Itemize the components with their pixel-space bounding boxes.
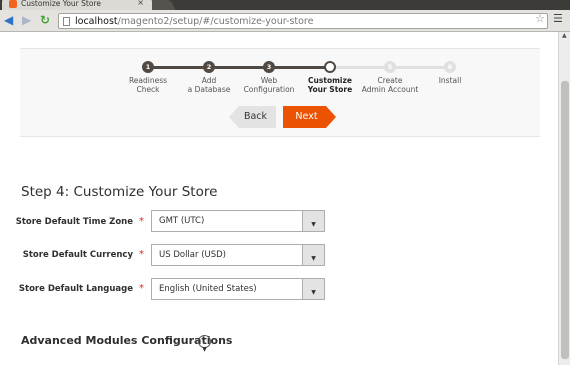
tab-title: Customize Your Store (21, 0, 101, 8)
browser-title-bar: Customize Your Store × (0, 0, 570, 10)
caret-down-icon: ▼ (311, 289, 316, 296)
page-scrollbar[interactable]: ▲ (558, 32, 570, 365)
browser-tab[interactable]: Customize Your Store × (2, 0, 152, 10)
reload-icon[interactable]: ↻ (40, 13, 50, 27)
step-4-marker (324, 61, 336, 73)
currency-label: Store Default Currency (22, 250, 133, 260)
caret-down-icon: ▼ (311, 221, 316, 228)
next-button[interactable]: Next (283, 106, 336, 128)
currency-dropdown-button[interactable]: ▼ (302, 245, 324, 265)
wizard-progress-panel: 1 2 3 5 6 Readiness Check Add a Database… (20, 48, 540, 137)
progress-line-completed (148, 66, 330, 69)
language-value: English (United States) (159, 284, 257, 294)
page-title: Step 4: Customize Your Store (21, 184, 218, 200)
forward-icon[interactable]: ▶ (22, 13, 31, 27)
magento-favicon-icon (9, 0, 17, 8)
step-2-marker: 2 (203, 61, 215, 73)
bookmark-star-icon[interactable]: ☆ (535, 12, 545, 25)
time-zone-dropdown-button[interactable]: ▼ (302, 211, 324, 231)
currency-select[interactable]: US Dollar (USD) ▼ (151, 244, 325, 266)
step-5-marker: 5 (384, 61, 396, 73)
address-bar[interactable]: localhost/magento2/setup/#/customize-you… (58, 13, 548, 29)
step-1-marker: 1 (142, 61, 154, 73)
time-zone-value: GMT (UTC) (159, 216, 205, 226)
chevron-down-icon: ▼ (202, 346, 207, 353)
back-button[interactable]: Back (229, 106, 276, 128)
caret-down-icon: ▼ (311, 255, 316, 262)
url-host: localhost (75, 15, 118, 27)
step-6-label: Install (438, 76, 462, 85)
required-marker: * (139, 216, 144, 227)
back-icon[interactable]: ◀ (4, 13, 13, 27)
step-3-marker: 3 (263, 61, 275, 73)
time-zone-label: Store Default Time Zone (15, 217, 133, 227)
expand-toggle-icon[interactable]: ▼ (198, 335, 211, 353)
step-6-marker: 6 (444, 61, 456, 73)
currency-value: US Dollar (USD) (159, 250, 226, 260)
language-label: Store Default Language (18, 284, 133, 294)
required-marker: * (139, 283, 144, 294)
page-icon (63, 16, 70, 26)
time-zone-select[interactable]: GMT (UTC) ▼ (151, 210, 325, 232)
scrollbar-thumb[interactable] (561, 81, 569, 359)
scroll-up-icon[interactable]: ▲ (562, 32, 567, 39)
menu-icon[interactable]: ☰ (553, 12, 563, 25)
required-marker: * (139, 249, 144, 260)
page-content: 1 2 3 5 6 Readiness Check Add a Database… (0, 32, 558, 365)
close-tab-icon[interactable]: × (137, 0, 144, 7)
language-select[interactable]: English (United States) ▼ (151, 278, 325, 300)
url-path: /magento2/setup/#/customize-your-store (117, 15, 314, 27)
browser-toolbar: ◀ ▶ ↻ localhost/magento2/setup/#/customi… (0, 10, 570, 32)
language-dropdown-button[interactable]: ▼ (302, 279, 324, 299)
